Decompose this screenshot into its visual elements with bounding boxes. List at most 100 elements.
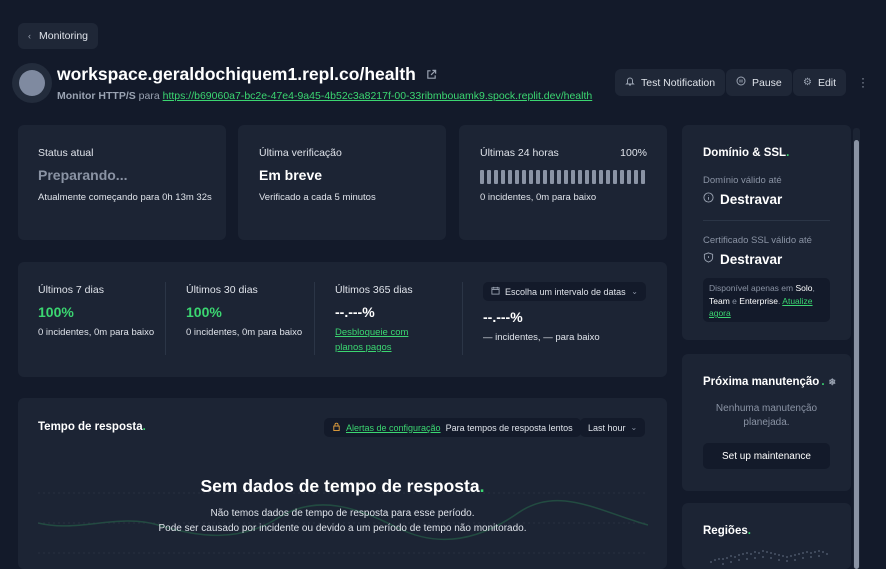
divider xyxy=(703,220,830,221)
uptime-bar xyxy=(634,170,638,184)
regions-map xyxy=(710,550,828,565)
current-status-value: Preparando... xyxy=(38,167,128,183)
uptime-bar xyxy=(564,170,568,184)
domain-valid-label: Domínio válido até xyxy=(703,175,782,186)
empty-response-line2: Pode ser causado por incidente ou devido… xyxy=(158,523,527,534)
uptime-bars xyxy=(480,170,645,184)
uptime-bar xyxy=(606,170,610,184)
last-24h-detail: 0 incidentes, 0m para baixo xyxy=(480,192,597,203)
uptime-365d-value: --.---% xyxy=(335,304,375,320)
edit-button[interactable]: ⚙ Edit xyxy=(793,69,847,96)
test-notification-button[interactable]: Test Notification xyxy=(615,69,726,96)
date-range-picker[interactable]: Escolha um intervalo de datas ⌄ xyxy=(483,282,646,301)
date-range-label: Escolha um intervalo de datas xyxy=(505,286,626,297)
bell-icon xyxy=(625,76,635,89)
uptime-30d-label: Últimos 30 dias xyxy=(186,284,258,296)
chevron-left-icon: ‹ xyxy=(28,31,31,41)
uptime-bar xyxy=(592,170,596,184)
back-to-monitoring-button[interactable]: ‹ Monitoring xyxy=(18,23,98,49)
empty-response-title: Sem dados de tempo de resposta. xyxy=(200,476,485,496)
last-24h-percent: 100% xyxy=(620,147,647,159)
scrollbar-thumb[interactable] xyxy=(854,140,859,569)
uptime-7d-label: Últimos 7 dias xyxy=(38,284,104,296)
edit-label: Edit xyxy=(817,76,837,89)
last-check-detail: Verificado a cada 5 minutos xyxy=(259,192,376,203)
last-check-card: Última verificação Em breve Verificado a… xyxy=(238,125,446,240)
divider xyxy=(462,282,463,355)
uptime-card: Últimos 7 dias 100% 0 incidentes, 0m par… xyxy=(18,262,667,377)
uptime-bar xyxy=(550,170,554,184)
uptime-bar xyxy=(613,170,617,184)
external-link-icon[interactable] xyxy=(426,69,437,80)
and-word: e xyxy=(732,295,737,306)
ssl-valid-value[interactable]: Destravar xyxy=(720,252,782,267)
plan-enterprise: Enterprise xyxy=(739,295,779,306)
uptime-30d-detail: 0 incidentes, 0m para baixo xyxy=(186,327,303,338)
current-status-card: Status atual Preparando... Atualmente co… xyxy=(18,125,226,240)
last-24h-card: Últimas 24 horas 100% 0 incidentes, 0m p… xyxy=(459,125,667,240)
last-check-value: Em breve xyxy=(259,167,323,183)
uptime-range-value: --.---% xyxy=(483,309,523,325)
maintenance-title: Próxima manutenção. ❄ xyxy=(703,376,837,388)
domain-valid-value[interactable]: Destravar xyxy=(720,192,782,207)
uptime-bar xyxy=(543,170,547,184)
monitor-type: Monitor HTTP/S xyxy=(57,90,136,102)
divider xyxy=(165,282,166,355)
setup-maintenance-button[interactable]: Set up maintenance xyxy=(703,443,830,469)
chevron-down-icon: ⌄ xyxy=(630,423,638,432)
domain-valid-row: Destravar xyxy=(703,190,782,208)
uptime-bar xyxy=(529,170,533,184)
plans-note: Disponível apenas em Solo, Team e Enterp… xyxy=(703,278,830,322)
unlock-paid-plans-link[interactable]: Desbloqueie com planos pagos xyxy=(335,325,430,355)
shield-icon xyxy=(703,250,714,268)
response-title-text: Tempo de resposta xyxy=(38,421,143,433)
uptime-30d: Últimos 30 dias 100% 0 incidentes, 0m pa… xyxy=(186,284,311,340)
last-24h-label: Últimas 24 horas xyxy=(480,147,559,159)
last-check-label: Última verificação xyxy=(259,147,342,159)
calendar-icon xyxy=(491,286,500,297)
uptime-bar xyxy=(494,170,498,184)
lock-icon xyxy=(332,422,341,433)
uptime-bar xyxy=(599,170,603,184)
domain-ssl-card: Domínio & SSL. Domínio válido até Destra… xyxy=(682,125,851,340)
uptime-bar xyxy=(522,170,526,184)
current-status-label: Status atual xyxy=(38,147,94,159)
ssl-valid-label: Certificado SSL válido até xyxy=(703,235,812,246)
test-notification-label: Test Notification xyxy=(641,76,716,89)
regions-title-text: Regiões xyxy=(703,525,748,537)
period-select[interactable]: Last hour ⌄ xyxy=(580,418,645,437)
ssl-valid-row: Destravar xyxy=(703,250,782,268)
maintenance-empty: Nenhuma manutenção planejada. xyxy=(715,403,818,428)
gear-icon: ⚙ xyxy=(803,77,812,88)
uptime-bar xyxy=(557,170,561,184)
uptime-365d-label: Últimos 365 dias xyxy=(335,284,413,296)
maintenance-title-text: Próxima manutenção xyxy=(703,376,820,388)
uptime-bar xyxy=(536,170,540,184)
pause-icon xyxy=(736,76,746,89)
uptime-365d: Últimos 365 dias --.---% Desbloqueie com… xyxy=(335,284,460,355)
divider xyxy=(314,282,315,355)
uptime-bar xyxy=(571,170,575,184)
uptime-bar xyxy=(480,170,484,184)
uptime-custom-range: Escolha um intervalo de datas ⌄ --.---% … xyxy=(483,282,653,345)
monitor-subtitle: Monitor HTTP/S para https://b69060a7-bc2… xyxy=(57,90,592,102)
regions-card: Regiões. xyxy=(682,503,851,569)
configure-alerts-link[interactable]: Alertas de configuração xyxy=(346,423,441,433)
empty-response-desc: Não temos dados de tempo de resposta par… xyxy=(18,506,667,536)
pause-button[interactable]: Pause xyxy=(726,69,792,96)
kebab-icon[interactable]: · · · xyxy=(859,72,867,92)
empty-response-line1: Não temos dados de tempo de resposta par… xyxy=(210,508,475,519)
response-time-title: Tempo de resposta. xyxy=(38,421,146,433)
maintenance-card: Próxima manutenção. ❄ Nenhuma manutenção… xyxy=(682,354,851,491)
for-word: para xyxy=(138,90,160,102)
uptime-bar xyxy=(508,170,512,184)
domain-ssl-title-text: Domínio & SSL xyxy=(703,147,787,159)
monitor-url-link[interactable]: https://b69060a7-bc2e-47e4-9a45-4b52c3a8… xyxy=(163,90,593,102)
plans-note-prefix: Disponível apenas em xyxy=(709,283,794,293)
uptime-range-detail: — incidentes, — para baixo xyxy=(483,332,600,343)
alerts-text: Para tempos de resposta lentos xyxy=(445,422,573,433)
uptime-7d-detail: 0 incidentes, 0m para baixo xyxy=(38,327,155,338)
plan-team: Team xyxy=(709,295,730,306)
empty-response-title-text: Sem dados de tempo de resposta xyxy=(200,476,480,496)
snowflake-icon: ❄ xyxy=(828,376,837,387)
